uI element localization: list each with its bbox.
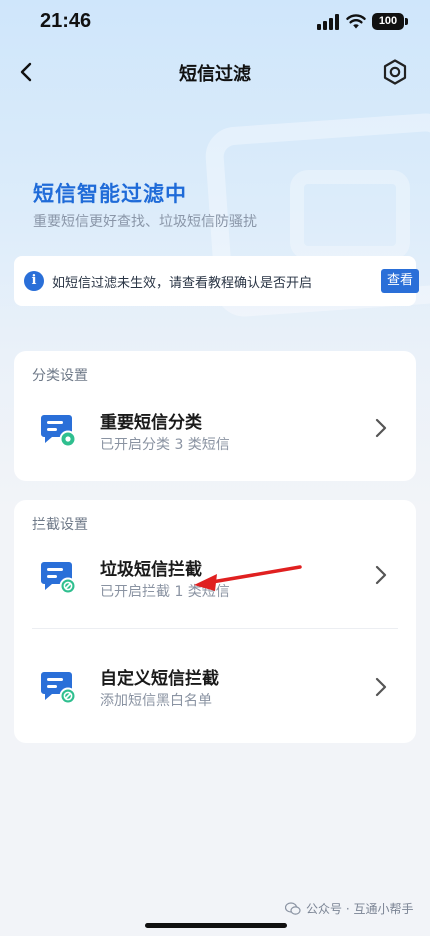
status-bar: 21:46 100: [0, 0, 430, 46]
home-indicator[interactable]: [145, 923, 287, 928]
intercept-settings-card: 拦截设置 垃圾短信拦截 已开启拦截 1 类短信 自定义短信拦截 添加短信黑白名单: [14, 500, 416, 743]
settings-button[interactable]: [378, 55, 412, 89]
navigation-bar: 短信过滤: [0, 46, 430, 98]
message-classify-icon: [41, 415, 77, 448]
classify-settings-card: 分类设置 重要短信分类 已开启分类 3 类短信: [14, 351, 416, 481]
hero-subtitle: 重要短信更好查找、垃圾短信防骚扰: [33, 214, 257, 230]
section-title-classify: 分类设置: [32, 368, 88, 384]
spam-sms-intercept-row[interactable]: 垃圾短信拦截 已开启拦截 1 类短信: [14, 536, 416, 628]
row-subtitle: 添加短信黑白名单: [100, 693, 212, 709]
wechat-icon: [285, 901, 301, 915]
notice-text: 如短信过滤未生效，请查看教程确认是否开启: [52, 276, 313, 291]
message-block-icon: [41, 672, 77, 705]
row-title: 自定义短信拦截: [100, 669, 219, 689]
row-subtitle: 已开启拦截 1 类短信: [100, 584, 230, 600]
hero-title: 短信智能过滤中: [33, 182, 187, 206]
row-title: 重要短信分类: [100, 413, 202, 433]
section-title-intercept: 拦截设置: [32, 517, 88, 533]
wifi-icon: [346, 14, 366, 29]
row-title: 垃圾短信拦截: [100, 560, 202, 580]
chevron-right-icon: [375, 677, 387, 697]
message-block-icon: [41, 562, 77, 595]
custom-sms-intercept-row[interactable]: 自定义短信拦截 添加短信黑白名单: [14, 640, 416, 732]
chevron-right-icon: [375, 418, 387, 438]
cellular-signal-icon: [317, 14, 339, 30]
watermark-text: 公众号 · 互通小帮手: [306, 902, 414, 916]
chevron-right-icon: [375, 565, 387, 585]
status-time: 21:46: [40, 10, 92, 32]
info-icon: i: [24, 271, 44, 291]
row-subtitle: 已开启分类 3 类短信: [100, 437, 230, 453]
background-decoration-inner: [290, 170, 410, 260]
battery-indicator: 100: [372, 13, 408, 30]
tutorial-notice: i 如短信过滤未生效，请查看教程确认是否开启 查看: [14, 256, 419, 306]
view-tutorial-button[interactable]: 查看: [381, 269, 419, 293]
watermark: 公众号 · 互通小帮手: [285, 900, 413, 917]
row-divider: [32, 628, 398, 629]
important-sms-classify-row[interactable]: 重要短信分类 已开启分类 3 类短信: [14, 389, 416, 481]
gear-icon: [383, 59, 407, 85]
page-title: 短信过滤: [179, 64, 251, 85]
